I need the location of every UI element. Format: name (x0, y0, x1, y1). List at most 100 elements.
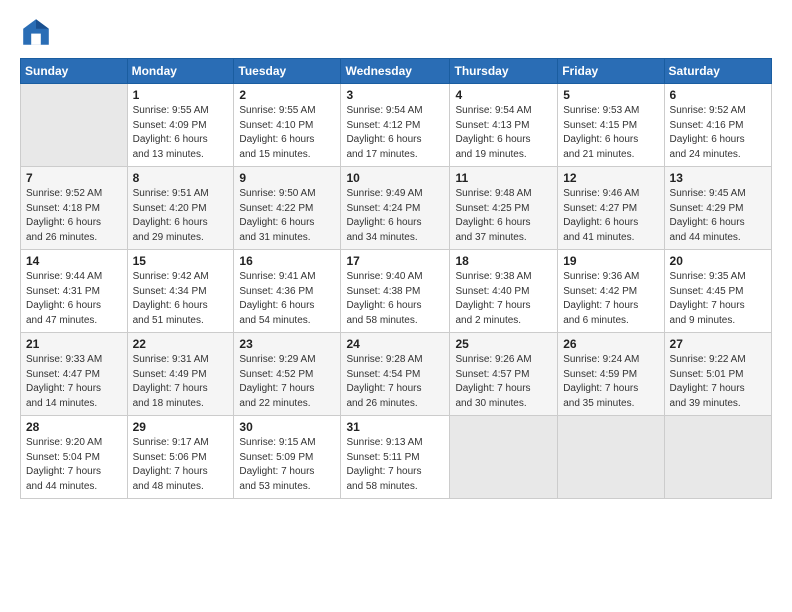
calendar-cell: 13 Sunrise: 9:45 AM Sunset: 4:29 PM Dayli… (664, 167, 771, 250)
day-info: Sunrise: 9:55 AM Sunset: 4:10 PM Dayligh… (239, 104, 335, 162)
calendar-cell: 24 Sunrise: 9:28 AM Sunset: 4:54 PM Dayli… (341, 333, 450, 416)
day-number: 31 (346, 420, 444, 434)
day-number: 25 (455, 337, 552, 351)
day-number: 6 (670, 88, 766, 102)
day-number: 11 (455, 171, 552, 185)
day-info: Sunrise: 9:48 AM Sunset: 4:25 PM Dayligh… (455, 187, 552, 245)
day-number: 22 (133, 337, 229, 351)
day-number: 23 (239, 337, 335, 351)
day-info: Sunrise: 9:15 AM Sunset: 5:09 PM Dayligh… (239, 436, 335, 494)
day-info: Sunrise: 9:42 AM Sunset: 4:34 PM Dayligh… (133, 270, 229, 328)
calendar-table: SundayMondayTuesdayWednesdayThursdayFrid… (20, 58, 772, 499)
calendar-cell: 3Sunrise: 9:54 AM Sunset: 4:12 PM Daylig… (341, 84, 450, 167)
calendar-cell: 6 Sunrise: 9:52 AM Sunset: 4:16 PM Daylig… (664, 84, 771, 167)
calendar-cell: 11 Sunrise: 9:48 AM Sunset: 4:25 PM Dayli… (450, 167, 558, 250)
day-number: 1 (133, 88, 229, 102)
logo (20, 16, 56, 48)
col-header-tuesday: Tuesday (234, 59, 341, 84)
day-info: Sunrise: 9:24 AM Sunset: 4:59 PM Dayligh… (563, 353, 658, 411)
calendar-week-row: 21Sunrise: 9:33 AM Sunset: 4:47 PM Dayli… (21, 333, 772, 416)
calendar-cell: 21Sunrise: 9:33 AM Sunset: 4:47 PM Dayli… (21, 333, 128, 416)
calendar-cell: 8Sunrise: 9:51 AM Sunset: 4:20 PM Daylig… (127, 167, 234, 250)
day-number: 12 (563, 171, 658, 185)
calendar-cell: 7 Sunrise: 9:52 AM Sunset: 4:18 PM Daylig… (21, 167, 128, 250)
calendar-header-row: SundayMondayTuesdayWednesdayThursdayFrid… (21, 59, 772, 84)
day-number: 7 (26, 171, 122, 185)
day-number: 19 (563, 254, 658, 268)
day-info: Sunrise: 9:50 AM Sunset: 4:22 PM Dayligh… (239, 187, 335, 245)
day-info: Sunrise: 9:44 AM Sunset: 4:31 PM Dayligh… (26, 270, 122, 328)
day-info: Sunrise: 9:20 AM Sunset: 5:04 PM Dayligh… (26, 436, 122, 494)
day-info: Sunrise: 9:13 AM Sunset: 5:11 PM Dayligh… (346, 436, 444, 494)
calendar-cell (664, 416, 771, 499)
day-number: 2 (239, 88, 335, 102)
day-info: Sunrise: 9:33 AM Sunset: 4:47 PM Dayligh… (26, 353, 122, 411)
calendar-week-row: 28 Sunrise: 9:20 AM Sunset: 5:04 PM Dayli… (21, 416, 772, 499)
day-number: 10 (346, 171, 444, 185)
day-number: 15 (133, 254, 229, 268)
day-info: Sunrise: 9:52 AM Sunset: 4:18 PM Dayligh… (26, 187, 122, 245)
col-header-sunday: Sunday (21, 59, 128, 84)
calendar-cell (21, 84, 128, 167)
day-number: 16 (239, 254, 335, 268)
col-header-monday: Monday (127, 59, 234, 84)
day-info: Sunrise: 9:35 AM Sunset: 4:45 PM Dayligh… (670, 270, 766, 328)
calendar-cell: 2 Sunrise: 9:55 AM Sunset: 4:10 PM Daylig… (234, 84, 341, 167)
calendar-cell: 10 Sunrise: 9:49 AM Sunset: 4:24 PM Dayli… (341, 167, 450, 250)
day-info: Sunrise: 9:22 AM Sunset: 5:01 PM Dayligh… (670, 353, 766, 411)
calendar-cell: 15 Sunrise: 9:42 AM Sunset: 4:34 PM Dayli… (127, 250, 234, 333)
calendar-cell: 14Sunrise: 9:44 AM Sunset: 4:31 PM Dayli… (21, 250, 128, 333)
calendar-cell: 5Sunrise: 9:53 AM Sunset: 4:15 PM Daylig… (558, 84, 664, 167)
day-info: Sunrise: 9:36 AM Sunset: 4:42 PM Dayligh… (563, 270, 658, 328)
day-info: Sunrise: 9:38 AM Sunset: 4:40 PM Dayligh… (455, 270, 552, 328)
calendar-cell (558, 416, 664, 499)
calendar-cell: 22 Sunrise: 9:31 AM Sunset: 4:49 PM Dayli… (127, 333, 234, 416)
day-info: Sunrise: 9:52 AM Sunset: 4:16 PM Dayligh… (670, 104, 766, 162)
day-number: 5 (563, 88, 658, 102)
day-number: 18 (455, 254, 552, 268)
calendar-week-row: 14Sunrise: 9:44 AM Sunset: 4:31 PM Dayli… (21, 250, 772, 333)
calendar-cell: 1 Sunrise: 9:55 AM Sunset: 4:09 PM Daylig… (127, 84, 234, 167)
day-info: Sunrise: 9:28 AM Sunset: 4:54 PM Dayligh… (346, 353, 444, 411)
day-number: 27 (670, 337, 766, 351)
day-number: 20 (670, 254, 766, 268)
day-info: Sunrise: 9:54 AM Sunset: 4:12 PM Dayligh… (346, 104, 444, 162)
calendar-cell: 9Sunrise: 9:50 AM Sunset: 4:22 PM Daylig… (234, 167, 341, 250)
day-info: Sunrise: 9:45 AM Sunset: 4:29 PM Dayligh… (670, 187, 766, 245)
calendar-cell: 28 Sunrise: 9:20 AM Sunset: 5:04 PM Dayli… (21, 416, 128, 499)
col-header-wednesday: Wednesday (341, 59, 450, 84)
calendar-cell: 19 Sunrise: 9:36 AM Sunset: 4:42 PM Dayli… (558, 250, 664, 333)
calendar-cell: 27 Sunrise: 9:22 AM Sunset: 5:01 PM Dayli… (664, 333, 771, 416)
calendar-cell: 31 Sunrise: 9:13 AM Sunset: 5:11 PM Dayli… (341, 416, 450, 499)
col-header-friday: Friday (558, 59, 664, 84)
calendar-cell: 17 Sunrise: 9:40 AM Sunset: 4:38 PM Dayli… (341, 250, 450, 333)
day-number: 29 (133, 420, 229, 434)
calendar-cell: 29 Sunrise: 9:17 AM Sunset: 5:06 PM Dayli… (127, 416, 234, 499)
calendar-cell: 30Sunrise: 9:15 AM Sunset: 5:09 PM Dayli… (234, 416, 341, 499)
day-number: 24 (346, 337, 444, 351)
day-number: 13 (670, 171, 766, 185)
day-number: 28 (26, 420, 122, 434)
calendar-week-row: 1 Sunrise: 9:55 AM Sunset: 4:09 PM Daylig… (21, 84, 772, 167)
day-info: Sunrise: 9:31 AM Sunset: 4:49 PM Dayligh… (133, 353, 229, 411)
calendar-cell: 16Sunrise: 9:41 AM Sunset: 4:36 PM Dayli… (234, 250, 341, 333)
header (20, 16, 772, 48)
calendar-cell: 4Sunrise: 9:54 AM Sunset: 4:13 PM Daylig… (450, 84, 558, 167)
day-info: Sunrise: 9:49 AM Sunset: 4:24 PM Dayligh… (346, 187, 444, 245)
day-info: Sunrise: 9:17 AM Sunset: 5:06 PM Dayligh… (133, 436, 229, 494)
day-number: 26 (563, 337, 658, 351)
calendar-cell: 26 Sunrise: 9:24 AM Sunset: 4:59 PM Dayli… (558, 333, 664, 416)
calendar-page: SundayMondayTuesdayWednesdayThursdayFrid… (0, 0, 792, 612)
calendar-cell (450, 416, 558, 499)
calendar-cell: 12 Sunrise: 9:46 AM Sunset: 4:27 PM Dayli… (558, 167, 664, 250)
day-number: 17 (346, 254, 444, 268)
day-info: Sunrise: 9:46 AM Sunset: 4:27 PM Dayligh… (563, 187, 658, 245)
calendar-cell: 18 Sunrise: 9:38 AM Sunset: 4:40 PM Dayli… (450, 250, 558, 333)
col-header-thursday: Thursday (450, 59, 558, 84)
logo-icon (20, 16, 52, 48)
calendar-cell: 23Sunrise: 9:29 AM Sunset: 4:52 PM Dayli… (234, 333, 341, 416)
day-number: 8 (133, 171, 229, 185)
day-info: Sunrise: 9:40 AM Sunset: 4:38 PM Dayligh… (346, 270, 444, 328)
calendar-cell: 25Sunrise: 9:26 AM Sunset: 4:57 PM Dayli… (450, 333, 558, 416)
day-info: Sunrise: 9:55 AM Sunset: 4:09 PM Dayligh… (133, 104, 229, 162)
